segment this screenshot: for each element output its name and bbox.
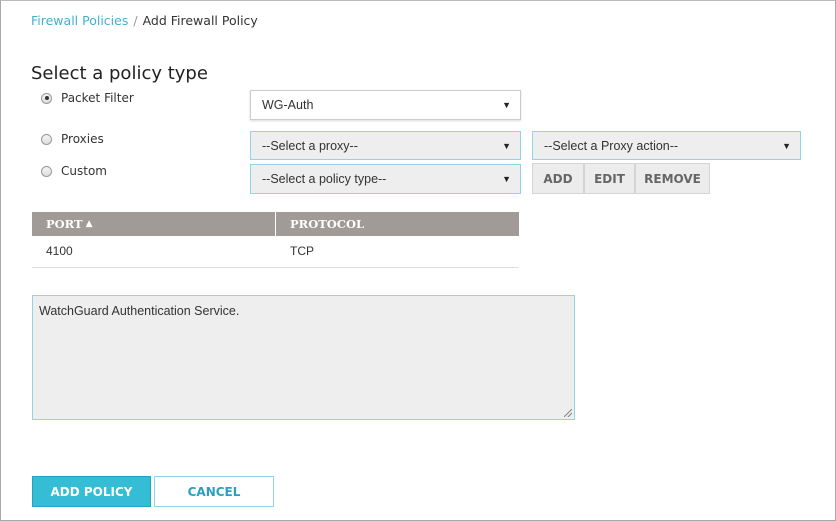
add-policy-button[interactable]: ADD POLICY: [32, 476, 151, 507]
breadcrumb-current: Add Firewall Policy: [142, 13, 258, 28]
cell-protocol: TCP: [290, 244, 314, 258]
column-header-port[interactable]: PORT ▲: [32, 212, 275, 236]
table-row[interactable]: [32, 236, 519, 268]
dropdown-caret-icon: ▼: [502, 100, 511, 110]
header-label: PORT: [46, 217, 83, 231]
select-value: WG-Auth: [262, 98, 314, 112]
radio-button-icon[interactable]: [41, 165, 52, 177]
description-text: WatchGuard Authentication Service.: [39, 304, 240, 318]
proxy-select[interactable]: --Select a proxy-- ▼: [250, 131, 521, 160]
radio-label: Packet Filter: [61, 91, 134, 105]
radio-label: Proxies: [61, 132, 104, 146]
resize-handle-icon[interactable]: [564, 409, 572, 417]
page-title: Select a policy type: [31, 63, 208, 84]
edit-button[interactable]: EDIT: [584, 163, 635, 194]
select-value: --Select a proxy--: [262, 138, 358, 153]
dropdown-caret-icon: ▼: [782, 140, 791, 151]
breadcrumb-firewall-policies[interactable]: Firewall Policies: [31, 13, 128, 28]
proxy-action-select[interactable]: --Select a Proxy action-- ▼: [532, 131, 801, 160]
select-value: --Select a Proxy action--: [544, 138, 679, 153]
add-button[interactable]: ADD: [532, 163, 584, 194]
description-textarea[interactable]: WatchGuard Authentication Service.: [32, 295, 575, 420]
packet-filter-select[interactable]: WG-Auth ▼: [250, 90, 521, 120]
column-header-protocol[interactable]: PROTOCOL: [276, 212, 519, 236]
radio-button-icon[interactable]: [41, 133, 52, 145]
radio-label: Custom: [61, 164, 107, 178]
custom-policy-type-select[interactable]: --Select a policy type-- ▼: [250, 164, 521, 194]
cell-port: 4100: [46, 244, 73, 258]
dropdown-caret-icon: ▼: [502, 140, 511, 151]
radio-packet-filter[interactable]: Packet Filter: [41, 91, 134, 105]
radio-proxies[interactable]: Proxies: [41, 132, 104, 146]
radio-custom[interactable]: Custom: [41, 164, 107, 178]
breadcrumb: Firewall Policies / Add Firewall Policy: [31, 13, 258, 28]
dropdown-caret-icon: ▼: [502, 174, 511, 184]
radio-button-icon[interactable]: [41, 92, 52, 104]
cancel-button[interactable]: CANCEL: [154, 476, 274, 507]
proxy-action-buttons: ADD EDIT REMOVE: [532, 163, 710, 194]
select-value: --Select a policy type--: [262, 172, 387, 186]
sort-icon[interactable]: ▲: [86, 219, 93, 229]
header-label: PROTOCOL: [290, 217, 365, 231]
breadcrumb-separator: /: [133, 13, 138, 28]
remove-button[interactable]: REMOVE: [635, 163, 710, 194]
